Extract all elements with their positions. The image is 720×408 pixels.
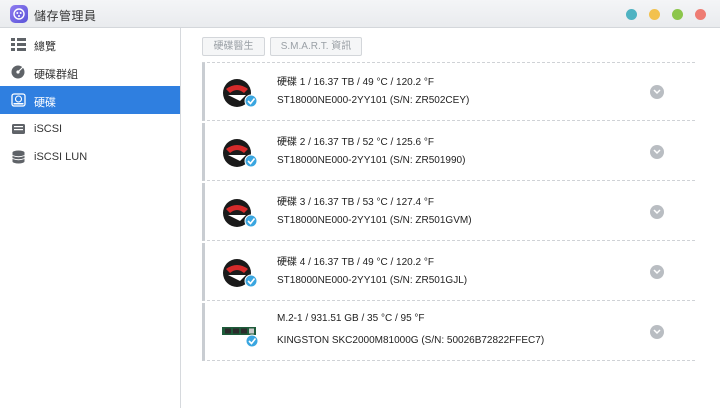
- disk-summary: 硬碟 3 / 16.37 TB / 53 °C / 127.4 °F: [277, 197, 434, 208]
- disk-row-2[interactable]: 硬碟 2 / 16.37 TB / 52 °C / 125.6 °F ST180…: [202, 123, 695, 181]
- disk-row-m2[interactable]: M.2-1 / 931.51 GB / 35 °C / 95 °F KINGST…: [202, 303, 695, 361]
- disk-summary: 硬碟 1 / 16.37 TB / 49 °C / 120.2 °F: [277, 77, 434, 88]
- close-button[interactable]: [695, 9, 706, 20]
- disk-row-3[interactable]: 硬碟 3 / 16.37 TB / 53 °C / 127.4 °F ST180…: [202, 183, 695, 241]
- maximize-button[interactable]: [672, 9, 683, 20]
- hdd-icon: [223, 199, 258, 228]
- chevron-down-icon: [653, 89, 661, 95]
- sidebar-item-label: 硬碟群組: [34, 69, 78, 81]
- window-title: 儲存管理員: [34, 9, 97, 23]
- hdd-icon: [223, 79, 258, 108]
- iscsi-icon: [12, 124, 25, 134]
- sidebar-item-label: 硬碟: [34, 97, 56, 109]
- disk-group-icon: [11, 65, 25, 79]
- ssd-m2-icon: [222, 327, 259, 348]
- title-bar: 儲存管理員: [0, 0, 720, 28]
- disk-doctor-button[interactable]: 硬碟醫生: [202, 37, 265, 56]
- overview-icon: [11, 38, 26, 51]
- sidebar-item-label: iSCSI LUN: [34, 151, 88, 163]
- disk-summary: 硬碟 2 / 16.37 TB / 52 °C / 125.6 °F: [277, 137, 434, 148]
- sidebar-item-disk-group[interactable]: 硬碟群組: [0, 58, 180, 86]
- disk-summary: 硬碟 4 / 16.37 TB / 49 °C / 120.2 °F: [277, 257, 434, 268]
- disk-model: ST18000NE000-2YY101 (S/N: ZR501GJL): [277, 275, 468, 286]
- disk-icon: [11, 93, 26, 107]
- expand-button[interactable]: [650, 325, 664, 339]
- hdd-icon: [223, 259, 258, 288]
- expand-button[interactable]: [650, 205, 664, 219]
- chevron-down-icon: [653, 209, 661, 215]
- sidebar-item-disk[interactable]: 硬碟: [0, 86, 180, 114]
- disk-model: ST18000NE000-2YY101 (S/N: ZR501990): [277, 155, 466, 166]
- smart-info-button[interactable]: S.M.A.R.T. 資訊: [270, 37, 362, 56]
- chevron-down-icon: [653, 269, 661, 275]
- help-button[interactable]: [626, 9, 637, 20]
- iscsi-lun-icon: [12, 150, 25, 164]
- minimize-button[interactable]: [649, 9, 660, 20]
- expand-button[interactable]: [650, 145, 664, 159]
- disk-model: ST18000NE000-2YY101 (S/N: ZR502CEY): [277, 95, 470, 106]
- disk-row-1[interactable]: 硬碟 1 / 16.37 TB / 49 °C / 120.2 °F ST180…: [202, 63, 695, 121]
- disk-summary: M.2-1 / 931.51 GB / 35 °C / 95 °F: [277, 313, 425, 324]
- chevron-down-icon: [653, 329, 661, 335]
- sidebar-item-overview[interactable]: 總覽: [0, 30, 180, 58]
- sidebar: 總覽 硬碟群組 硬碟 iSCSI iSCSI LUN: [0, 28, 181, 408]
- chevron-down-icon: [653, 149, 661, 155]
- disk-row-4[interactable]: 硬碟 4 / 16.37 TB / 49 °C / 120.2 °F ST180…: [202, 243, 695, 301]
- expand-button[interactable]: [650, 85, 664, 99]
- expand-button[interactable]: [650, 265, 664, 279]
- sidebar-item-label: iSCSI: [34, 123, 63, 135]
- sidebar-item-label: 總覽: [34, 41, 56, 53]
- sidebar-item-iscsi-lun[interactable]: iSCSI LUN: [0, 143, 180, 171]
- sidebar-item-iscsi[interactable]: iSCSI: [0, 115, 180, 143]
- disk-model: ST18000NE000-2YY101 (S/N: ZR501GVM): [277, 215, 472, 226]
- disk-model: KINGSTON SKC2000M81000G (S/N: 50026B7282…: [277, 335, 545, 346]
- hdd-icon: [223, 139, 258, 168]
- storage-manager-app-icon: [10, 5, 28, 23]
